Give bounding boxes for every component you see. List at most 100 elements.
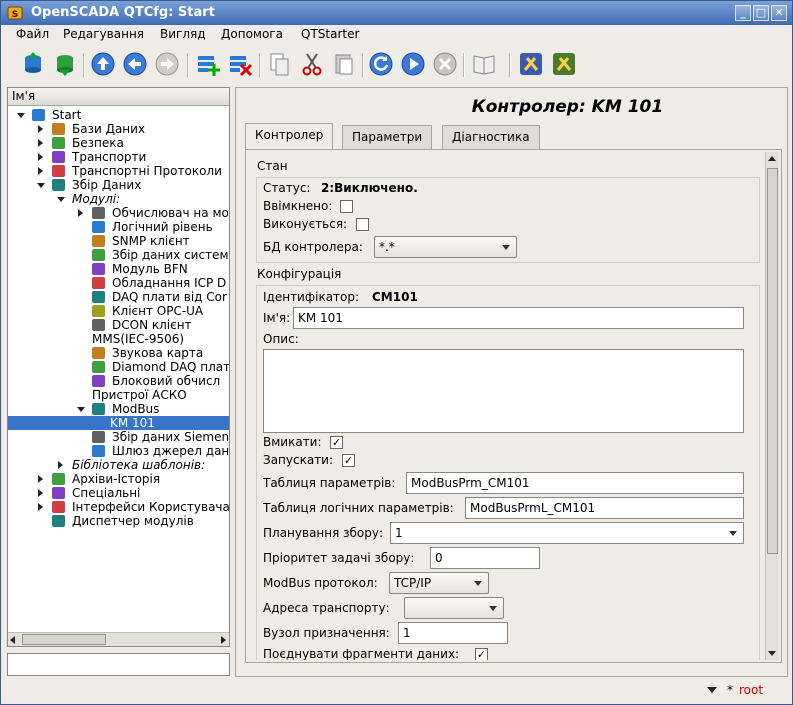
prm-table-input[interactable]: ModBusPrm_CM101 bbox=[406, 472, 744, 494]
tree-item[interactable]: Спеціальні bbox=[72, 486, 140, 500]
tab-parameters[interactable]: Параметри bbox=[342, 125, 433, 149]
add-item-icon[interactable] bbox=[194, 50, 222, 78]
form-vertical-scrollbar[interactable] bbox=[765, 152, 779, 660]
tree-item[interactable]: Модуль BFN bbox=[112, 262, 188, 276]
tree-item[interactable]: Клієнт OPC-UA bbox=[112, 304, 203, 318]
tree-item[interactable]: DAQ плати від Cor bbox=[112, 290, 227, 304]
tree-item[interactable]: Бази Даних bbox=[72, 122, 145, 136]
menu-file[interactable]: Файл bbox=[16, 27, 49, 41]
tree-item[interactable]: Бібліотека шаблонів: bbox=[72, 458, 205, 472]
collapse-arrow-icon[interactable] bbox=[17, 113, 25, 118]
tree-item[interactable]: Блоковий обчисл bbox=[112, 374, 220, 388]
tree-scroll-thumb[interactable] bbox=[22, 634, 106, 645]
copy-icon[interactable] bbox=[266, 50, 294, 78]
tree-item[interactable]: Start bbox=[52, 108, 81, 122]
tree-item[interactable]: Архіви-Історія bbox=[72, 472, 160, 486]
expand-arrow-icon[interactable] bbox=[38, 139, 43, 147]
icp-das-icon bbox=[92, 277, 105, 289]
db-save-icon[interactable] bbox=[51, 50, 79, 78]
tree-item[interactable]: Збір даних систем bbox=[112, 248, 229, 262]
minimize-button[interactable]: _ bbox=[735, 5, 751, 21]
name-label: Ім'я: bbox=[263, 311, 291, 325]
priority-input[interactable]: 0 bbox=[430, 547, 540, 569]
tree-item[interactable]: Diamond DAQ плат bbox=[112, 360, 229, 374]
name-input[interactable]: KM 101 bbox=[293, 307, 744, 329]
merge-checkbox[interactable]: ✓ bbox=[475, 648, 488, 660]
enable-label: Вмикати: bbox=[263, 435, 322, 449]
tree-item[interactable]: SNMP клієнт bbox=[112, 234, 190, 248]
tree-item[interactable]: MMS(IEC-9506) bbox=[92, 332, 184, 346]
tools-icon[interactable] bbox=[517, 50, 545, 78]
tree-item[interactable]: Транспортні Протоколи bbox=[72, 164, 222, 178]
description-textarea[interactable] bbox=[263, 349, 744, 433]
user-name[interactable]: root bbox=[739, 683, 763, 697]
tree-item[interactable]: KM 101 bbox=[8, 416, 229, 430]
expand-arrow-icon[interactable] bbox=[38, 489, 43, 497]
tree-item[interactable]: Безпека bbox=[72, 136, 124, 150]
menu-help[interactable]: Допомога bbox=[221, 27, 283, 41]
tree-item[interactable]: DCON клієнт bbox=[112, 318, 192, 332]
collapse-arrow-icon[interactable] bbox=[77, 407, 85, 412]
expand-arrow-icon[interactable] bbox=[38, 475, 43, 483]
tree-item[interactable]: Транспорти bbox=[72, 150, 146, 164]
expand-arrow-icon[interactable] bbox=[38, 125, 43, 133]
expand-arrow-icon[interactable] bbox=[58, 461, 63, 469]
config-tools-icon[interactable] bbox=[550, 50, 578, 78]
expand-arrow-icon[interactable] bbox=[38, 153, 43, 161]
tree-item[interactable]: Пристрої АСКО bbox=[92, 388, 187, 402]
expand-arrow-icon[interactable] bbox=[78, 209, 83, 217]
schedule-label: Планування збору: bbox=[263, 526, 384, 540]
forward-icon[interactable] bbox=[153, 50, 181, 78]
enabled-checkbox[interactable] bbox=[340, 200, 353, 213]
menu-qtstarter[interactable]: QTStarter bbox=[301, 27, 359, 41]
manual-icon[interactable] bbox=[470, 50, 498, 78]
tab-controller[interactable]: Контролер bbox=[245, 123, 334, 150]
expand-arrow-icon[interactable] bbox=[38, 503, 43, 511]
tree-item[interactable]: Збір даних Siemen bbox=[112, 430, 229, 444]
address-select[interactable] bbox=[404, 597, 504, 619]
refresh-icon[interactable] bbox=[367, 50, 395, 78]
tree-item[interactable]: Логічний рівень bbox=[112, 220, 213, 234]
tree-item[interactable]: ModBus bbox=[112, 402, 159, 416]
prml-table-input[interactable]: ModBusPrmL_CM101 bbox=[465, 497, 744, 519]
menu-view[interactable]: Вигляд bbox=[160, 27, 206, 41]
tab-diagnostics[interactable]: Діагностика bbox=[442, 125, 540, 149]
cut-icon[interactable] bbox=[298, 50, 326, 78]
collapse-arrow-icon[interactable] bbox=[57, 197, 65, 202]
chevron-down-icon[interactable] bbox=[707, 687, 717, 693]
protocol-select[interactable]: TCP/IP bbox=[389, 572, 489, 594]
node-input[interactable]: 1 bbox=[398, 622, 508, 644]
expand-arrow-icon[interactable] bbox=[38, 167, 43, 175]
close-button[interactable]: ✕ bbox=[771, 5, 787, 21]
running-checkbox[interactable] bbox=[356, 218, 369, 231]
up-icon[interactable] bbox=[89, 50, 117, 78]
tree-item[interactable]: Обладнання ICP D bbox=[112, 276, 226, 290]
start-checkbox[interactable]: ✓ bbox=[342, 454, 355, 467]
tree-item[interactable]: Диспетчер модулів bbox=[72, 514, 194, 528]
maximize-button[interactable]: □ bbox=[753, 5, 769, 21]
tree-header[interactable]: Ім'я bbox=[8, 88, 229, 106]
db-select[interactable]: *.* bbox=[374, 236, 517, 258]
db-load-icon[interactable] bbox=[19, 50, 47, 78]
navigation-tree[interactable]: Start Бази Даних Безпека Транспорти Транспор… bbox=[8, 106, 229, 632]
tree-horizontal-scrollbar[interactable] bbox=[8, 632, 229, 646]
tree-item[interactable]: Звукова карта bbox=[112, 346, 203, 360]
tree-item[interactable]: Збір Даних bbox=[72, 178, 141, 192]
tree-item[interactable]: Модулі: bbox=[72, 192, 120, 206]
form-scroll-thumb[interactable] bbox=[767, 168, 778, 554]
back-icon[interactable] bbox=[121, 50, 149, 78]
stop-icon[interactable] bbox=[431, 50, 459, 78]
enable-checkbox[interactable]: ✓ bbox=[330, 436, 343, 449]
tree-item[interactable]: Інтерфейси Користувача bbox=[72, 500, 229, 514]
delete-item-icon[interactable] bbox=[226, 50, 254, 78]
schedule-combo[interactable]: 1 bbox=[390, 522, 744, 544]
paste-icon[interactable] bbox=[330, 50, 358, 78]
tree-item[interactable]: Обчислювач на мо bbox=[112, 206, 229, 220]
tree-filter-input[interactable] bbox=[7, 653, 230, 676]
title-bar[interactable]: S OpenSCADA QTCfg: Start _ □ ✕ bbox=[1, 1, 792, 25]
tree-item[interactable]: Шлюз джерел дан bbox=[112, 444, 229, 458]
menu-edit[interactable]: Редагування bbox=[63, 27, 144, 41]
start-icon[interactable] bbox=[399, 50, 427, 78]
database-icon bbox=[52, 123, 65, 135]
collapse-arrow-icon[interactable] bbox=[37, 183, 45, 188]
